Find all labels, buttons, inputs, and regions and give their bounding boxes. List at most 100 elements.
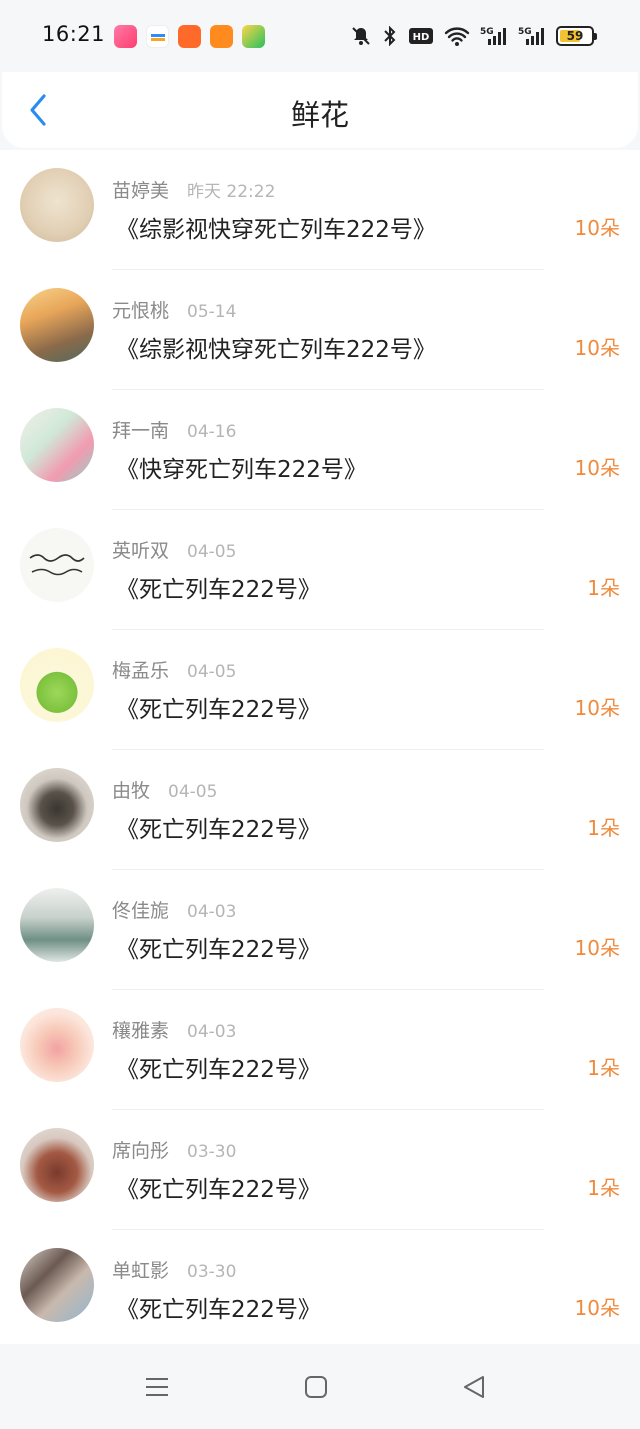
user-name[interactable]: 拜一南 <box>112 416 169 443</box>
avatar[interactable] <box>20 1008 94 1082</box>
book-title[interactable]: 《死亡列车222号》 <box>116 1290 321 1324</box>
app-orange-icon <box>178 25 201 48</box>
status-time: 16:21 <box>42 22 106 46</box>
post-time: 04-03 <box>187 1022 237 1042</box>
post-time: 03-30 <box>187 1262 237 1282</box>
post-time: 昨天 22:22 <box>187 182 276 202</box>
bluetooth-icon <box>382 24 398 48</box>
bell-mute-icon <box>350 24 372 48</box>
app-orange-2-icon <box>210 25 233 48</box>
avatar[interactable] <box>20 648 94 722</box>
signal-5g-icon-2: 5G <box>518 24 546 48</box>
flower-count: 10朵 <box>574 1296 620 1320</box>
list-item[interactable]: 佟佳旎 04-03 《死亡列车222号》 10朵 <box>0 870 640 990</box>
post-time: 04-05 <box>187 662 237 682</box>
book-title[interactable]: 《死亡列车222号》 <box>116 1050 321 1084</box>
item-meta: 英听双 04-05 <box>112 536 236 563</box>
flower-count: 10朵 <box>574 696 620 720</box>
app-blue-icon <box>146 25 169 48</box>
flower-count: 1朵 <box>587 1056 620 1080</box>
battery-level: 59 <box>566 29 584 43</box>
item-meta: 梅孟乐 04-05 <box>112 656 236 683</box>
post-time: 04-03 <box>187 902 237 922</box>
svg-text:HD: HD <box>413 32 430 43</box>
flower-count: 1朵 <box>587 1176 620 1200</box>
list-item[interactable]: 英听双 04-05 《死亡列车222号》 1朵 <box>0 510 640 630</box>
app-green-icon <box>242 25 265 48</box>
signal-5g-icon: 5G <box>480 24 508 48</box>
user-name[interactable]: 由牧 <box>112 776 150 803</box>
avatar[interactable] <box>20 408 94 482</box>
post-time: 05-14 <box>187 302 237 322</box>
app-header: 鲜花 <box>2 72 638 148</box>
user-name[interactable]: 佟佳旎 <box>112 896 169 923</box>
list-item[interactable]: 拜一南 04-16 《快穿死亡列车222号》 10朵 <box>0 390 640 510</box>
svg-text:5G: 5G <box>480 27 494 37</box>
user-name[interactable]: 梅孟乐 <box>112 656 169 683</box>
avatar[interactable] <box>20 768 94 842</box>
avatar[interactable] <box>20 168 94 242</box>
list-item[interactable]: 元恨桃 05-14 《综影视快穿死亡列车222号》 10朵 <box>0 270 640 390</box>
list-item[interactable]: 单虹影 03-30 《死亡列车222号》 10朵 <box>0 1230 640 1350</box>
user-name[interactable]: 席向彤 <box>112 1136 169 1163</box>
wifi-icon <box>444 24 470 48</box>
menu-button[interactable] <box>142 1372 172 1402</box>
book-title[interactable]: 《综影视快穿死亡列车222号》 <box>116 210 436 244</box>
user-name[interactable]: 单虹影 <box>112 1256 169 1283</box>
item-meta: 拜一南 04-16 <box>112 416 236 443</box>
user-name[interactable]: 穰雅素 <box>112 1016 169 1043</box>
list-item[interactable]: 穰雅素 04-03 《死亡列车222号》 1朵 <box>0 990 640 1110</box>
flower-count: 1朵 <box>587 816 620 840</box>
post-time: 03-30 <box>187 1142 237 1162</box>
avatar[interactable] <box>20 1248 94 1322</box>
avatar[interactable] <box>20 528 94 602</box>
flower-count: 10朵 <box>574 456 620 480</box>
item-meta: 席向彤 03-30 <box>112 1136 236 1163</box>
back-nav-button[interactable] <box>459 1372 489 1402</box>
user-name[interactable]: 英听双 <box>112 536 169 563</box>
list-item[interactable]: 席向彤 03-30 《死亡列车222号》 1朵 <box>0 1110 640 1230</box>
menu-icon <box>146 1378 168 1396</box>
item-meta: 由牧 04-05 <box>112 776 217 803</box>
flower-list: 苗婷美 昨天 22:22 《综影视快穿死亡列车222号》 10朵 元恨桃 05-… <box>0 150 640 1344</box>
item-meta: 元恨桃 05-14 <box>112 296 236 323</box>
svg-text:5G: 5G <box>518 27 532 37</box>
flower-count: 10朵 <box>574 216 620 240</box>
book-title[interactable]: 《综影视快穿死亡列车222号》 <box>116 330 436 364</box>
back-triangle-icon <box>464 1376 484 1398</box>
book-title[interactable]: 《死亡列车222号》 <box>116 570 321 604</box>
book-title[interactable]: 《快穿死亡列车222号》 <box>116 450 367 484</box>
post-time: 04-05 <box>168 782 218 802</box>
item-meta: 单虹影 03-30 <box>112 1256 236 1283</box>
status-indicators: HD 5G 5G 59 <box>350 24 597 48</box>
book-title[interactable]: 《死亡列车222号》 <box>116 1170 321 1204</box>
item-meta: 穰雅素 04-03 <box>112 1016 236 1043</box>
home-square-icon <box>305 1376 327 1398</box>
list-item[interactable]: 梅孟乐 04-05 《死亡列车222号》 10朵 <box>0 630 640 750</box>
book-title[interactable]: 《死亡列车222号》 <box>116 930 321 964</box>
notification-app-icons <box>114 25 265 48</box>
hd-icon: HD <box>408 24 434 48</box>
list-item[interactable]: 由牧 04-05 《死亡列车222号》 1朵 <box>0 750 640 870</box>
battery-indicator: 59 <box>556 26 597 46</box>
flower-count: 10朵 <box>574 336 620 360</box>
item-meta: 苗婷美 昨天 22:22 <box>112 176 275 203</box>
book-title[interactable]: 《死亡列车222号》 <box>116 810 321 844</box>
avatar[interactable] <box>20 288 94 362</box>
flower-count: 10朵 <box>574 936 620 960</box>
system-nav-bar <box>0 1344 640 1429</box>
book-title[interactable]: 《死亡列车222号》 <box>116 690 321 724</box>
page-title: 鲜花 <box>290 98 349 132</box>
flower-count: 1朵 <box>587 576 620 600</box>
app-pink-icon <box>114 25 137 48</box>
post-time: 04-16 <box>187 422 237 442</box>
status-bar: 16:21 HD 5G 5G 59 <box>0 0 640 72</box>
user-name[interactable]: 苗婷美 <box>112 176 169 203</box>
user-name[interactable]: 元恨桃 <box>112 296 169 323</box>
item-meta: 佟佳旎 04-03 <box>112 896 236 923</box>
home-button[interactable] <box>301 1372 331 1402</box>
list-item[interactable]: 苗婷美 昨天 22:22 《综影视快穿死亡列车222号》 10朵 <box>0 150 640 270</box>
avatar[interactable] <box>20 1128 94 1202</box>
post-time: 04-05 <box>187 542 237 562</box>
avatar[interactable] <box>20 888 94 962</box>
